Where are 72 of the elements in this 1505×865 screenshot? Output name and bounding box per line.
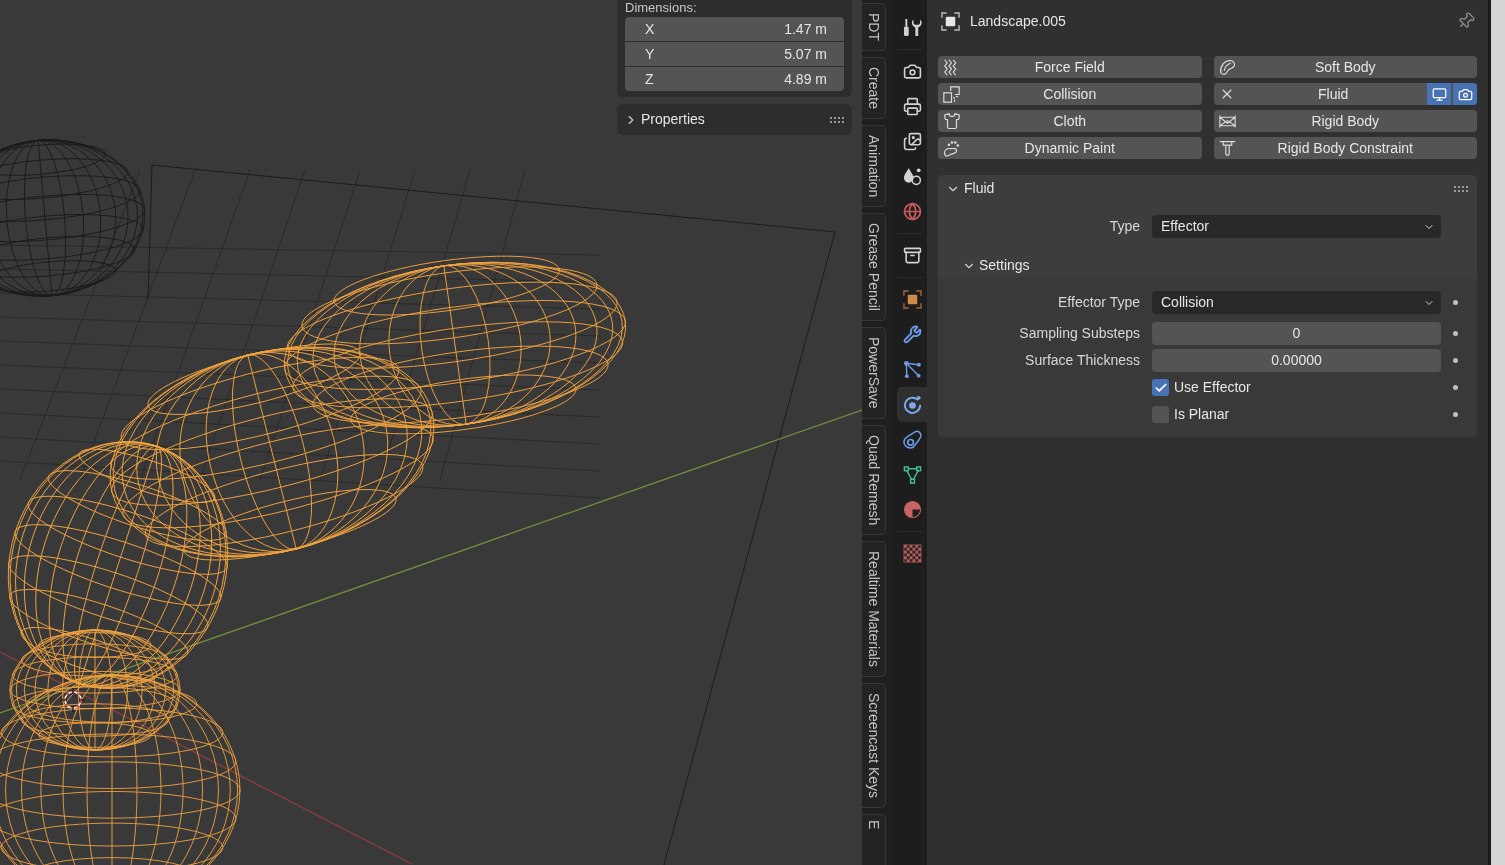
ring-link-icon [902, 430, 922, 449]
dot-icon[interactable] [1452, 385, 1458, 390]
sidebar-tab[interactable]: Animation [862, 125, 886, 208]
t-bracket-icon [1218, 139, 1236, 157]
object-square-icon [902, 290, 922, 309]
subpanel-header[interactable]: Settings [962, 255, 1030, 276]
orbit-icon [902, 395, 922, 414]
field-label: Type [1108, 217, 1140, 236]
section-label: Dimensions: [625, 0, 698, 17]
sidebar-tab[interactable]: PowerSave [862, 327, 886, 419]
checkbox-label: Use Effector [1174, 378, 1251, 397]
dropdown[interactable]: Effector [1152, 215, 1441, 238]
render-toggle[interactable] [1453, 83, 1477, 105]
number-field[interactable]: 0 [1152, 322, 1441, 345]
dimension-field[interactable]: X 1.47 m [625, 17, 844, 41]
checkbox[interactable] [1152, 379, 1169, 396]
3d-cursor-icon [61, 688, 85, 712]
checkerboard-icon [902, 544, 922, 563]
node-graph-icon [902, 360, 922, 379]
properties-tab[interactable] [897, 387, 927, 422]
sidebar-tab[interactable]: E [862, 814, 886, 865]
viewport-toggle[interactable] [1427, 83, 1451, 105]
physics-button[interactable]: Collision [938, 83, 1202, 105]
archive-box-icon [902, 246, 922, 265]
field-label: Effector Type [1058, 293, 1140, 312]
checkbox-label: Is Planar [1174, 405, 1230, 424]
dot-icon[interactable] [1452, 300, 1458, 305]
sidebar-tab[interactable]: Screencast Keys [862, 683, 886, 809]
number-field[interactable]: 0.00000 [1152, 349, 1441, 372]
curved-blob-icon [1218, 58, 1236, 76]
triangle-vertices-icon [902, 465, 922, 484]
panel-header[interactable]: Fluid [946, 178, 995, 199]
drop-and-ring-icon [902, 167, 922, 186]
shirt-icon [943, 112, 961, 130]
camera-icon [1457, 86, 1473, 102]
sidebar-tab[interactable]: PDT [862, 3, 886, 51]
physics-button[interactable]: Force Field [938, 56, 1202, 78]
images-icon [902, 132, 922, 151]
dot-icon[interactable] [1452, 358, 1458, 363]
checkbox[interactable] [1152, 406, 1169, 423]
screwdriver-wrench-icon [902, 18, 922, 37]
panel-header[interactable]: Properties [624, 109, 705, 130]
broken-squares-icon [943, 85, 960, 103]
sphere-quadrant-icon [902, 500, 922, 519]
dimension-field[interactable]: Z 4.89 m [625, 67, 844, 91]
dimension-field[interactable]: Y 5.07 m [625, 42, 844, 66]
dot-icon[interactable] [1452, 412, 1458, 417]
physics-button[interactable]: Rigid Body Constraint [1213, 137, 1477, 159]
drag-handle-icon[interactable] [1454, 185, 1468, 192]
physics-button[interactable]: Dynamic Paint [938, 137, 1202, 159]
printer-icon [902, 97, 922, 116]
drag-handle-icon[interactable] [830, 116, 844, 123]
physics-button[interactable]: Soft Body [1213, 56, 1477, 78]
wrench-icon [902, 325, 922, 344]
physics-button[interactable]: Fluid [1213, 83, 1477, 105]
sidebar-tab[interactable]: Realtime Materials [862, 541, 886, 678]
foot-outline-icon [943, 139, 960, 157]
3d-viewport[interactable]: Dimensions: X 1.47 m Y 5.07 m Z 4.89 m Properties [0, 0, 862, 865]
object-name: Landscape.005 [970, 11, 1066, 31]
sidebar-tab[interactable]: Create [862, 57, 886, 120]
object-square-icon [941, 11, 960, 31]
monitor-icon [1431, 86, 1447, 102]
field-label: Sampling Substeps [1019, 324, 1140, 343]
globe-icon [902, 202, 922, 221]
physics-button[interactable]: Rigid Body [1213, 110, 1477, 132]
camera-icon [902, 62, 922, 81]
field-label: Surface Thickness [1025, 351, 1140, 370]
sidebar-tab[interactable]: Grease Pencil [862, 213, 886, 322]
physics-button[interactable]: Cloth [938, 110, 1202, 132]
sidebar-tab[interactable]: Quad Remesh [862, 424, 886, 536]
dropdown[interactable]: Collision [1152, 291, 1441, 314]
dot-icon[interactable] [1452, 331, 1458, 336]
